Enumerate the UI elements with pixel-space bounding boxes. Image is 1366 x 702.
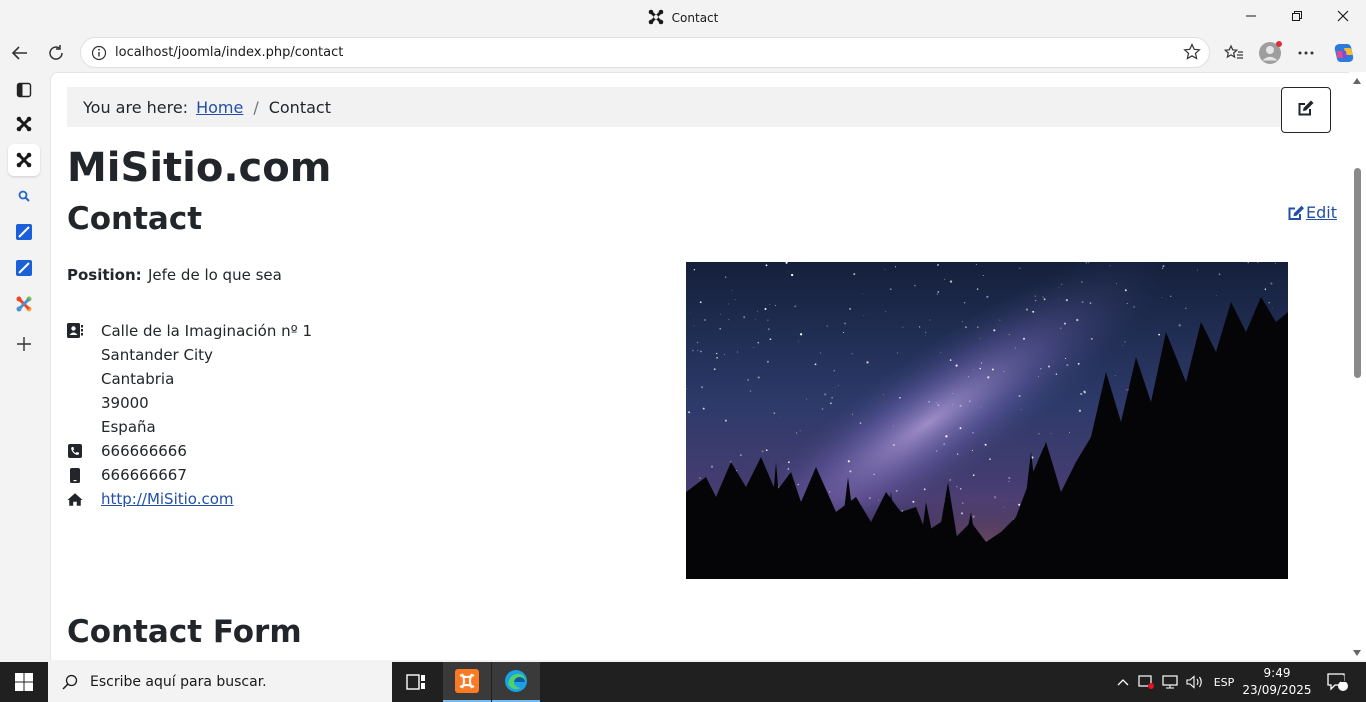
edit-page-button[interactable] — [1281, 87, 1331, 133]
position-label: Position: — [67, 266, 142, 284]
minimize-button[interactable] — [1228, 0, 1274, 32]
scroll-up-arrow-icon[interactable] — [1353, 78, 1361, 84]
breadcrumb-prefix: You are here: — [83, 97, 189, 117]
windows-icon — [15, 673, 33, 691]
chevron-up-icon — [1117, 679, 1129, 686]
xampp-app-button[interactable] — [443, 662, 491, 702]
window-title-text: Contact — [671, 11, 719, 25]
site-name: MiSitio.com — [67, 145, 332, 191]
close-button[interactable] — [1320, 0, 1366, 32]
address-card-icon — [67, 322, 83, 338]
xampp-icon — [455, 669, 479, 693]
notification-count: 1 — [1340, 675, 1347, 685]
edge-app-button[interactable] — [492, 662, 540, 702]
profile-button[interactable] — [1254, 37, 1286, 69]
search-placeholder[interactable]: Escribe aquí para buscar. — [90, 674, 267, 690]
position-value: Jefe de lo que sea — [148, 266, 282, 284]
task-view-button[interactable] — [392, 662, 440, 702]
joomla-tab-icon[interactable] — [8, 108, 40, 140]
joomla-icon — [648, 9, 664, 28]
scroll-down-arrow-icon[interactable] — [1353, 650, 1361, 656]
address-country: España — [101, 418, 156, 436]
breadcrumb-home-link[interactable]: Home — [196, 98, 243, 117]
site-info-icon[interactable] — [91, 45, 107, 65]
page-title: Contact — [67, 201, 203, 237]
window-titlebar: Contact — [0, 0, 1366, 34]
edge-icon — [505, 670, 527, 692]
mobile-icon — [67, 467, 83, 483]
address-state: Cantabria — [101, 370, 175, 388]
joomla-page: You are here: Home / Contact MiSitio.com… — [51, 73, 1350, 660]
app-icon-2[interactable] — [8, 252, 40, 284]
add-icon[interactable] — [8, 328, 40, 360]
restore-button[interactable] — [1274, 0, 1320, 32]
security-tray-icon[interactable] — [1136, 662, 1156, 702]
address-postcode: 39000 — [101, 394, 149, 412]
edit-link-label[interactable]: Edit — [1306, 203, 1337, 222]
window-title: Contact — [0, 9, 1366, 28]
favorites-button[interactable] — [1218, 37, 1250, 69]
website-link[interactable]: http://MiSitio.com — [101, 490, 234, 508]
breadcrumb-separator: / — [253, 97, 259, 117]
edit-contact-link[interactable]: Edit — [1288, 203, 1337, 222]
edit-icon — [1288, 205, 1304, 220]
show-hidden-icons-button[interactable] — [1114, 662, 1132, 702]
contact-form-title: Contact Form — [67, 614, 302, 650]
windows-taskbar: Escribe aquí para buscar. ESP 9:49 23/09… — [0, 662, 1366, 702]
home-icon — [67, 491, 83, 507]
phone-number: 666666666 — [101, 442, 187, 460]
taskbar-clock[interactable]: 9:49 23/09/2025 — [1242, 665, 1312, 699]
edit-icon — [1297, 99, 1315, 121]
search-icon[interactable] — [8, 180, 40, 212]
breadcrumb: You are here: Home / Contact — [67, 87, 1283, 127]
notifications-button[interactable]: 1 — [1320, 662, 1354, 702]
contact-image — [686, 262, 1288, 579]
page-viewport: You are here: Home / Contact MiSitio.com… — [50, 72, 1350, 660]
page-scrollbar[interactable] — [1349, 72, 1366, 660]
back-button[interactable] — [4, 37, 36, 69]
reload-button[interactable] — [40, 37, 72, 69]
browser-sidebar — [0, 72, 50, 662]
address-street: Calle de la Imaginación nº 1 — [101, 322, 313, 340]
more-menu-button[interactable] — [1290, 37, 1322, 69]
search-icon — [62, 674, 78, 690]
breadcrumb-current: Contact — [268, 97, 331, 117]
network-icon[interactable] — [1160, 662, 1182, 702]
url-text[interactable]: localhost/joomla/index.php/contact — [115, 45, 343, 60]
joomla-color-icon[interactable] — [8, 288, 40, 320]
address-city: Santander City — [101, 346, 213, 364]
favorite-star-icon[interactable] — [1183, 43, 1201, 65]
address-bar[interactable]: localhost/joomla/index.php/contact — [80, 37, 1210, 68]
clock-time: 9:49 — [1263, 666, 1291, 680]
browser-toolbar: localhost/joomla/index.php/contact — [0, 34, 1366, 72]
joomla-tab-active-icon[interactable] — [8, 144, 40, 176]
task-view-icon — [406, 674, 425, 690]
phone-icon — [67, 443, 83, 459]
mobile-number: 666666667 — [101, 466, 187, 484]
language-indicator[interactable]: ESP — [1210, 662, 1238, 702]
start-button[interactable] — [0, 662, 48, 702]
volume-icon[interactable] — [1184, 662, 1206, 702]
app-icon[interactable] — [8, 216, 40, 248]
tab-actions-icon[interactable] — [8, 74, 40, 106]
copilot-button[interactable] — [1328, 37, 1360, 69]
clock-date: 23/09/2025 — [1242, 683, 1312, 697]
scrollbar-thumb[interactable] — [1354, 168, 1361, 378]
taskbar-search-box[interactable]: Escribe aquí para buscar. — [48, 662, 392, 702]
